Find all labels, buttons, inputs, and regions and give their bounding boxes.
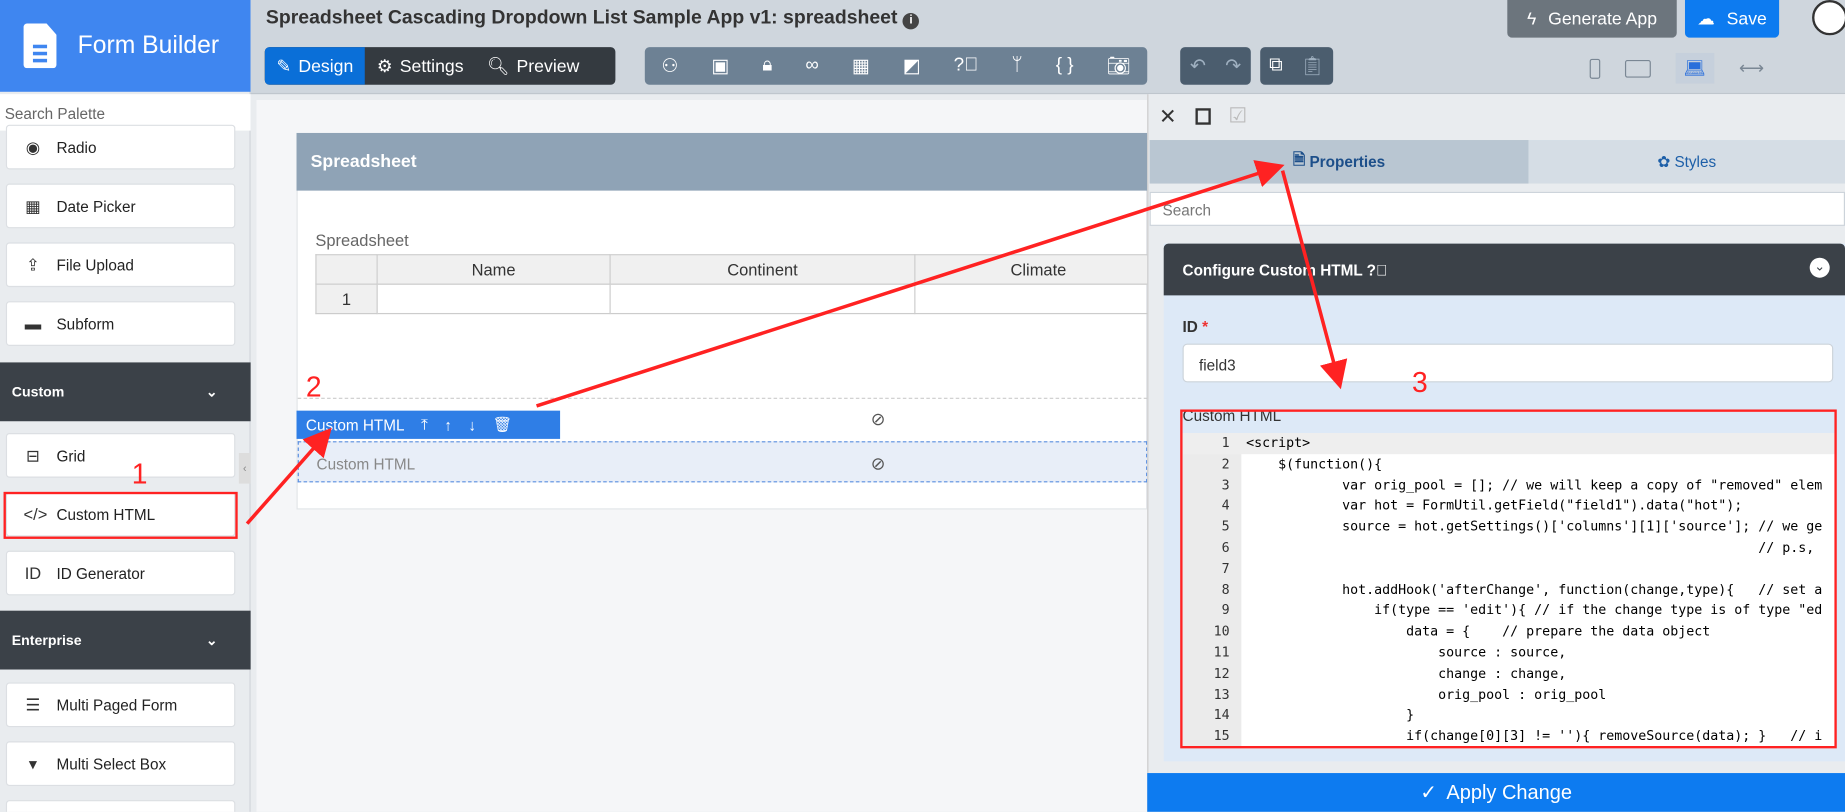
arrow-1: [245, 427, 332, 525]
annotation-arrows: [245, 160, 1348, 525]
arrow-3: [1280, 170, 1348, 390]
arrow-2: [536, 160, 1285, 408]
